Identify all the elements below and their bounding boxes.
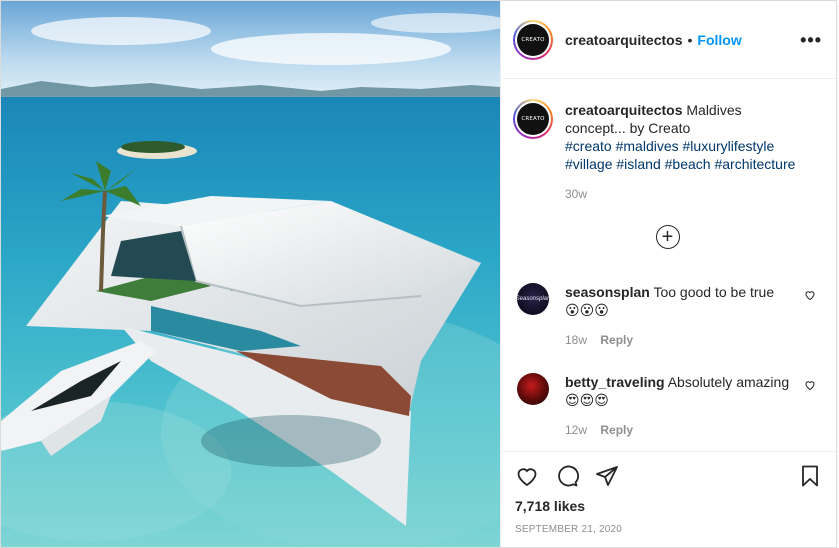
save-bookmark-icon[interactable] [798, 464, 822, 488]
hashtag[interactable]: #architecture [714, 156, 795, 172]
author-avatar[interactable]: CREATO [513, 19, 553, 60]
avatar-ring-inner: CREATO [515, 21, 551, 58]
hashtag[interactable]: #beach [665, 156, 711, 172]
reply-button[interactable]: Reply [600, 333, 633, 347]
avatar-ring-inner: CREATO [515, 101, 551, 137]
comment-username[interactable]: betty_traveling [565, 374, 665, 390]
comment-time[interactable]: 12w [565, 423, 587, 437]
comment-text: Too good to be true [653, 284, 775, 300]
like-heart-icon[interactable] [515, 464, 539, 488]
comment-body: betty_traveling Absolutely amazing 😍😍😍 1… [565, 373, 805, 439]
hashtag[interactable]: #creato [565, 138, 612, 154]
post-header: CREATO creatoarquitectos • Follow ••• [501, 1, 836, 79]
caption: CREATO creatoarquitectos Maldives concep… [513, 99, 822, 203]
more-options-icon[interactable]: ••• [800, 31, 822, 49]
commenter-avatar[interactable] [517, 373, 549, 405]
commenter-avatar[interactable]: Seasonsplan [516, 283, 550, 315]
caption-avatar[interactable]: CREATO [513, 99, 553, 139]
avatar-logo: CREATO [517, 103, 549, 135]
share-paper-plane-icon[interactable] [595, 464, 619, 488]
caption-meta: 30w [565, 185, 805, 203]
comment-bubble-icon[interactable] [555, 464, 579, 488]
hashtag[interactable]: #luxurylifestyle [683, 138, 775, 154]
comment-meta: 18w Reply [565, 331, 805, 349]
load-more: + [513, 225, 822, 249]
like-comment-heart-icon[interactable] [804, 289, 816, 301]
instagram-post: CREATO creatoarquitectos • Follow ••• CR… [0, 0, 837, 548]
post-actions: 7,718 likes September 21, 2020 [501, 451, 836, 547]
comment-time[interactable]: 18w [565, 333, 587, 347]
likes-count[interactable]: 7,718 likes [515, 498, 822, 514]
comment-body: seasonsplan Too good to be true 😮😮😮 18w … [565, 283, 805, 349]
action-icons [515, 462, 822, 490]
avatar-logo: CREATO [517, 23, 549, 56]
caption-time[interactable]: 30w [565, 187, 587, 201]
like-comment-heart-icon[interactable] [804, 379, 816, 391]
author-username[interactable]: creatoarquitectos [565, 32, 682, 48]
caption-body: creatoarquitectos Maldives concept... by… [565, 101, 805, 203]
hashtag[interactable]: #village [565, 156, 612, 172]
comment-username[interactable]: seasonsplan [565, 284, 650, 300]
post-side-panel: CREATO creatoarquitectos • Follow ••• CR… [500, 1, 836, 547]
hashtag[interactable]: #maldives [616, 138, 679, 154]
comments-section[interactable]: CREATO creatoarquitectos Maldives concep… [501, 79, 836, 451]
post-date[interactable]: September 21, 2020 [515, 524, 822, 535]
villa-photo [1, 1, 500, 547]
comment-emoji: 😍😍😍 [565, 392, 609, 408]
post-photo[interactable] [1, 1, 500, 547]
comment-meta: 12w Reply [565, 421, 805, 439]
comment-emoji: 😮😮😮 [565, 302, 609, 318]
caption-username[interactable]: creatoarquitectos [565, 102, 682, 118]
reply-button[interactable]: Reply [600, 423, 633, 437]
separator-dot: • [687, 31, 693, 48]
comment-text: Absolutely amazing [667, 374, 790, 390]
hashtag[interactable]: #island [616, 156, 660, 172]
comment-item: betty_traveling Absolutely amazing 😍😍😍 1… [513, 373, 822, 439]
comment-item: Seasonsplan seasonsplan Too good to be t… [513, 283, 822, 349]
load-more-comments-icon[interactable]: + [655, 225, 680, 249]
follow-button[interactable]: Follow [697, 32, 741, 48]
